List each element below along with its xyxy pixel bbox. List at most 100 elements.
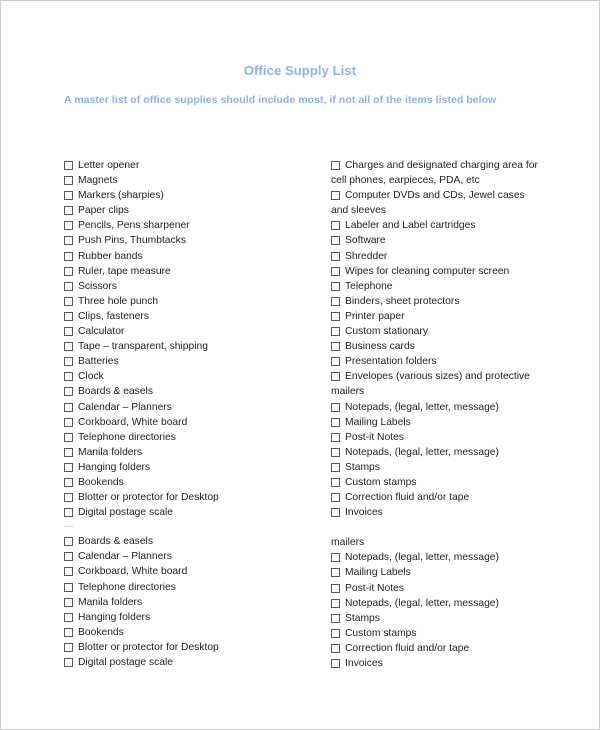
checkbox-icon[interactable]: [64, 327, 73, 337]
checkbox-icon[interactable]: [64, 477, 73, 487]
checkbox-icon[interactable]: [331, 266, 340, 276]
checkbox-icon[interactable]: [64, 567, 73, 577]
checklist-item[interactable]: Notepads, (legal, letter, message): [331, 550, 559, 565]
checkbox-icon[interactable]: [331, 583, 340, 593]
checkbox-icon[interactable]: [64, 582, 73, 592]
checklist-item[interactable]: Stamps: [331, 460, 559, 475]
checklist-item[interactable]: Presentation folders: [331, 354, 559, 369]
checkbox-icon[interactable]: [331, 372, 340, 382]
checklist-item[interactable]: Telephone directories: [64, 580, 314, 595]
checkbox-icon[interactable]: [64, 493, 73, 503]
checkbox-icon[interactable]: [331, 161, 340, 170]
checkbox-icon[interactable]: [331, 191, 340, 201]
checklist-item[interactable]: Batteries: [64, 354, 314, 369]
checklist-item[interactable]: Hanging folders: [64, 610, 314, 625]
checklist-item[interactable]: Calendar – Planners: [64, 549, 314, 564]
checkbox-icon[interactable]: [331, 281, 340, 291]
checklist-item[interactable]: Letter opener: [64, 158, 314, 173]
checkbox-icon[interactable]: [331, 628, 340, 638]
checklist-item[interactable]: Paper clips: [64, 203, 314, 218]
checkbox-icon[interactable]: [331, 447, 340, 457]
checkbox-icon[interactable]: [64, 176, 73, 186]
checklist-item[interactable]: Push Pins, Thumbtacks: [64, 233, 314, 248]
checkbox-icon[interactable]: [64, 372, 73, 382]
checklist-item[interactable]: Software: [331, 233, 559, 248]
checklist-item[interactable]: Labeler and Label cartridges: [331, 218, 559, 233]
checklist-item[interactable]: Notepads, (legal, letter, message): [331, 400, 559, 415]
checkbox-icon[interactable]: [64, 342, 73, 352]
checkbox-icon[interactable]: [64, 658, 73, 667]
checkbox-icon[interactable]: [331, 493, 340, 503]
checkbox-icon[interactable]: [64, 311, 73, 321]
checkbox-icon[interactable]: [331, 342, 340, 352]
checkbox-icon[interactable]: [331, 296, 340, 306]
checkbox-icon[interactable]: [64, 221, 73, 231]
checklist-item[interactable]: Hanging folders: [64, 460, 314, 475]
checklist-item[interactable]: Wipes for cleaning computer screen: [331, 264, 559, 279]
checklist-item[interactable]: Calculator: [64, 324, 314, 339]
checkbox-icon[interactable]: [64, 447, 73, 457]
checklist-item[interactable]: Notepads, (legal, letter, message): [331, 445, 559, 460]
checkbox-icon[interactable]: [64, 161, 73, 170]
checkbox-icon[interactable]: [331, 553, 340, 563]
checklist-item[interactable]: Post-it Notes: [331, 581, 559, 596]
checkbox-icon[interactable]: [64, 552, 73, 562]
checkbox-icon[interactable]: [64, 537, 73, 547]
checkbox-icon[interactable]: [331, 462, 340, 472]
checklist-item[interactable]: Shredder: [331, 249, 559, 264]
checkbox-icon[interactable]: [331, 251, 340, 261]
checkbox-icon[interactable]: [64, 462, 73, 472]
checklist-item[interactable]: Rubber bands: [64, 249, 314, 264]
checklist-item[interactable]: Business cards: [331, 339, 559, 354]
checkbox-icon[interactable]: [64, 191, 73, 201]
checklist-item[interactable]: Post-it Notes: [331, 430, 559, 445]
checklist-item[interactable]: Clips, fasteners: [64, 309, 314, 324]
checklist-item[interactable]: Markers (sharpies): [64, 188, 314, 203]
checkbox-icon[interactable]: [64, 236, 73, 246]
checklist-item[interactable]: Invoices: [331, 656, 559, 671]
checklist-item[interactable]: Correction fluid and/or tape: [331, 641, 559, 656]
checkbox-icon[interactable]: [331, 311, 340, 321]
checklist-item[interactable]: Notepads, (legal, letter, message): [331, 596, 559, 611]
checklist-item[interactable]: Custom stamps: [331, 626, 559, 641]
checklist-item[interactable]: Calendar – Planners: [64, 400, 314, 415]
checkbox-icon[interactable]: [64, 417, 73, 427]
checkbox-icon[interactable]: [64, 266, 73, 276]
checkbox-icon[interactable]: [64, 206, 73, 216]
checklist-item[interactable]: Mailing Labels: [331, 415, 559, 430]
checkbox-icon[interactable]: [64, 627, 73, 637]
checklist-item[interactable]: Blotter or protector for Desktop: [64, 640, 314, 655]
checklist-item[interactable]: Digital postage scale: [64, 655, 314, 670]
checkbox-icon[interactable]: [331, 598, 340, 608]
checkbox-icon[interactable]: [64, 387, 73, 397]
checkbox-icon[interactable]: [331, 613, 340, 623]
checkbox-icon[interactable]: [331, 236, 340, 246]
checklist-item[interactable]: Corkboard, White board: [64, 415, 314, 430]
checklist-item[interactable]: Telephone: [331, 279, 559, 294]
checkbox-icon[interactable]: [64, 281, 73, 291]
checkbox-icon[interactable]: [331, 508, 340, 518]
checkbox-icon[interactable]: [331, 477, 340, 487]
checklist-item[interactable]: Bookends: [64, 475, 314, 490]
checkbox-icon[interactable]: [64, 597, 73, 607]
checklist-item[interactable]: Computer DVDs and CDs, Jewel cases and sl…: [331, 188, 559, 218]
checklist-item[interactable]: Ruler, tape measure: [64, 264, 314, 279]
checkbox-icon[interactable]: [331, 659, 340, 668]
checkbox-icon[interactable]: [331, 643, 340, 653]
checklist-item[interactable]: Telephone directories: [64, 430, 314, 445]
checklist-item[interactable]: Printer paper: [331, 309, 559, 324]
checklist-item[interactable]: Blotter or protector for Desktop: [64, 490, 314, 505]
checkbox-icon[interactable]: [64, 357, 73, 367]
checkbox-icon[interactable]: [331, 402, 340, 412]
checkbox-icon[interactable]: [64, 508, 73, 518]
checkbox-icon[interactable]: [64, 402, 73, 412]
checklist-item[interactable]: Manila folders: [64, 595, 314, 610]
checklist-item[interactable]: Corkboard, White board: [64, 564, 314, 579]
checkbox-icon[interactable]: [331, 357, 340, 367]
checklist-item[interactable]: Mailing Labels: [331, 565, 559, 580]
checklist-item[interactable]: Scissors: [64, 279, 314, 294]
checklist-item[interactable]: Custom stamps: [331, 475, 559, 490]
checkbox-icon[interactable]: [64, 432, 73, 442]
checklist-item[interactable]: Three hole punch: [64, 294, 314, 309]
checkbox-icon[interactable]: [331, 432, 340, 442]
